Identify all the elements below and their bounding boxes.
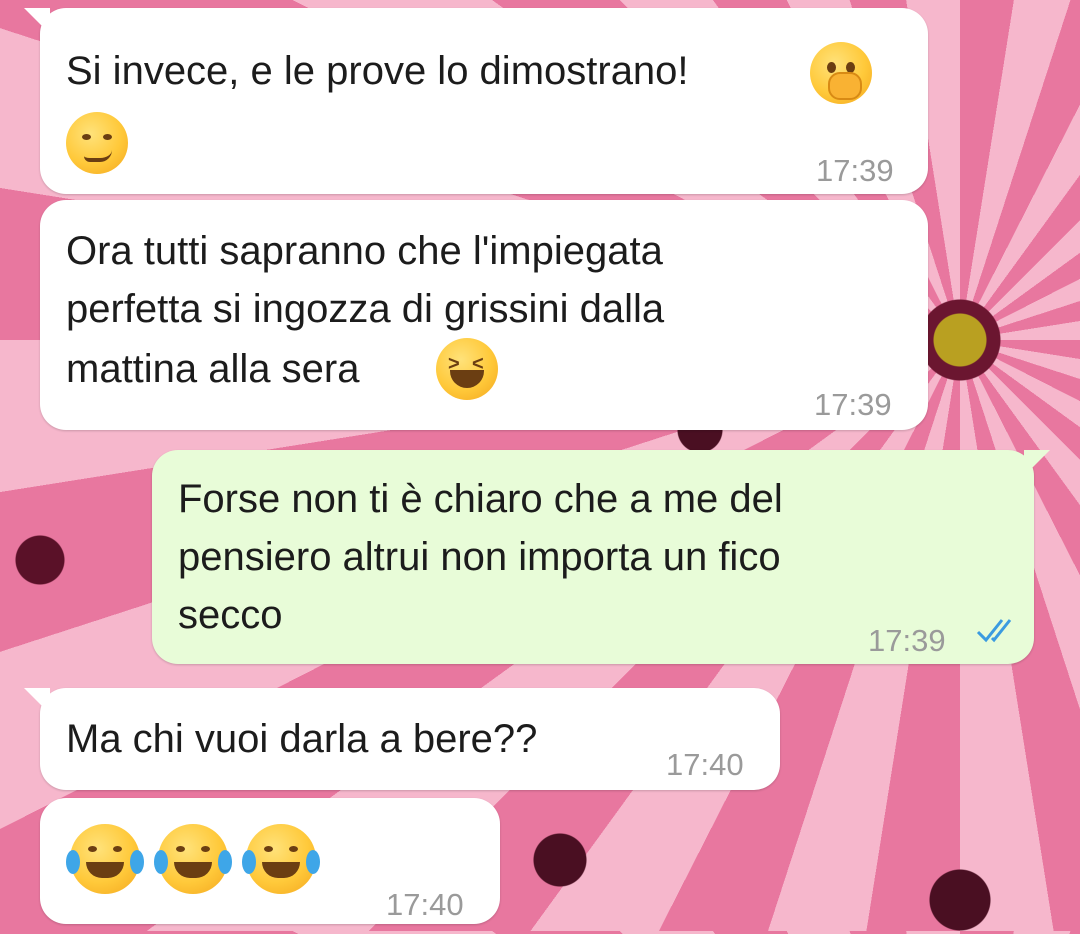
grinning-squinting-face-emoji: > < <box>436 338 498 400</box>
message-timestamp: 17:40 <box>386 887 464 922</box>
tears-of-joy-emoji <box>242 824 320 894</box>
message-text: Ma chi vuoi darla a bere?? <box>66 717 538 761</box>
message-text: mattina alla sera <box>66 347 360 391</box>
face-with-hand-over-mouth-emoji <box>810 42 872 104</box>
message-bubble-incoming[interactable]: 17:40 <box>40 798 500 924</box>
tears-of-joy-emoji <box>154 824 232 894</box>
bubble-tail <box>1024 450 1050 476</box>
smirking-face-emoji <box>66 112 128 174</box>
message-text: Ora tutti sapranno che l'impiegata <box>66 229 663 273</box>
message-timestamp: 17:39 <box>868 623 946 658</box>
message-text: pensiero altrui non importa un fico <box>178 535 781 579</box>
bubble-tail <box>24 688 50 714</box>
message-text: perfetta si ingozza di grissini dalla <box>66 287 665 331</box>
message-bubble-incoming[interactable]: Ora tutti sapranno che l'impiegata perfe… <box>40 200 928 430</box>
message-timestamp: 17:40 <box>666 747 744 782</box>
message-bubble-incoming[interactable]: Ma chi vuoi darla a bere?? 17:40 <box>24 688 780 790</box>
message-text: Si invece, e le prove lo dimostrano! <box>66 49 689 93</box>
message-text: secco <box>178 593 283 637</box>
bubble-tail <box>24 8 50 34</box>
tears-of-joy-emoji <box>66 824 144 894</box>
message-text: Forse non ti è chiaro che a me del <box>178 477 783 521</box>
message-timestamp: 17:39 <box>814 387 892 422</box>
message-bubble-outgoing[interactable]: Forse non ti è chiaro che a me del pensi… <box>152 450 1050 666</box>
message-bubble-incoming[interactable]: Si invece, e le prove lo dimostrano! 17:… <box>24 8 928 194</box>
double-check-icon <box>976 608 1020 666</box>
message-timestamp: 17:39 <box>816 153 894 188</box>
